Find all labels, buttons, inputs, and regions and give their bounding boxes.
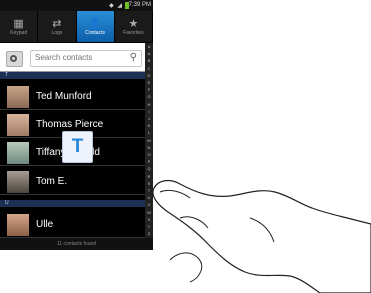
tab-label: Keypad bbox=[10, 29, 28, 36]
contacts-icon: 👤 bbox=[88, 17, 102, 30]
index-letter[interactable]: M bbox=[147, 137, 150, 144]
avatar bbox=[7, 142, 29, 164]
avatar bbox=[7, 171, 29, 193]
contact-name: Thomas Pierce bbox=[36, 119, 104, 130]
index-letter[interactable]: A bbox=[148, 50, 151, 57]
avatar bbox=[7, 114, 29, 136]
search-row: ⚲ bbox=[0, 43, 153, 72]
search-icon[interactable]: ⚲ bbox=[130, 52, 137, 63]
star-icon: ★ bbox=[128, 17, 139, 30]
index-letter[interactable]: D bbox=[148, 72, 151, 79]
section-header: U bbox=[0, 200, 145, 207]
index-letter[interactable]: K bbox=[148, 122, 151, 129]
contact-row[interactable]: Ted Munford bbox=[0, 83, 145, 110]
index-letter[interactable]: Q bbox=[147, 165, 150, 172]
keypad-icon: ▦ bbox=[13, 17, 24, 30]
tab-logs[interactable]: ⇄ Logs bbox=[38, 11, 77, 42]
index-letter[interactable]: # bbox=[148, 43, 150, 50]
contact-name: Tom E. bbox=[36, 176, 68, 187]
section-header: T bbox=[0, 72, 145, 79]
index-letter[interactable]: L bbox=[148, 129, 150, 136]
contact-row[interactable]: Ulle bbox=[0, 211, 145, 238]
phone-screen: ◆ ◢ 7:39 PM ▦ Keypad ⇄ Logs 👤 Contacts ★… bbox=[0, 0, 153, 250]
tab-bar: ▦ Keypad ⇄ Logs 👤 Contacts ★ Favorites bbox=[0, 11, 153, 42]
index-letter[interactable]: N bbox=[148, 144, 151, 151]
index-letter[interactable]: F bbox=[148, 86, 150, 93]
tab-keypad[interactable]: ▦ Keypad bbox=[0, 11, 39, 42]
tab-label: Logs bbox=[51, 29, 63, 36]
tab-favorites[interactable]: ★ Favorites bbox=[115, 11, 153, 42]
tab-contacts[interactable]: 👤 Contacts bbox=[76, 11, 115, 42]
index-letter[interactable]: O bbox=[147, 151, 150, 158]
search-input[interactable] bbox=[35, 53, 115, 62]
hand-pointer-icon bbox=[152, 179, 371, 293]
status-bar: ◆ ◢ 7:39 PM bbox=[0, 0, 153, 11]
index-letter[interactable]: H bbox=[148, 101, 151, 108]
signal-icon: ◆ ◢ bbox=[109, 3, 123, 9]
index-letter[interactable]: P bbox=[148, 158, 151, 165]
index-letter[interactable]: B bbox=[148, 57, 151, 64]
contact-row[interactable]: Tom E. bbox=[0, 168, 145, 195]
search-field[interactable]: ⚲ bbox=[30, 50, 142, 67]
add-icon bbox=[10, 55, 17, 62]
contact-name: Ted Munford bbox=[36, 91, 92, 102]
avatar bbox=[7, 214, 29, 236]
index-letter[interactable]: G bbox=[147, 93, 150, 100]
index-letter[interactable]: C bbox=[148, 65, 151, 72]
status-time: 7:39 PM bbox=[128, 2, 151, 8]
logs-icon: ⇄ bbox=[52, 17, 62, 30]
index-letter[interactable]: I bbox=[148, 108, 149, 115]
index-letter[interactable]: J bbox=[148, 115, 150, 122]
tab-label: Favorites bbox=[123, 29, 144, 36]
tab-label: Contacts bbox=[85, 29, 105, 36]
contact-name: Ulle bbox=[36, 219, 54, 230]
contacts-count-footer: 11 contacts found bbox=[0, 238, 153, 250]
add-contact-button[interactable] bbox=[6, 51, 23, 67]
index-letter[interactable]: E bbox=[148, 79, 151, 86]
index-letter-popup: T bbox=[62, 131, 93, 163]
avatar bbox=[7, 86, 29, 108]
